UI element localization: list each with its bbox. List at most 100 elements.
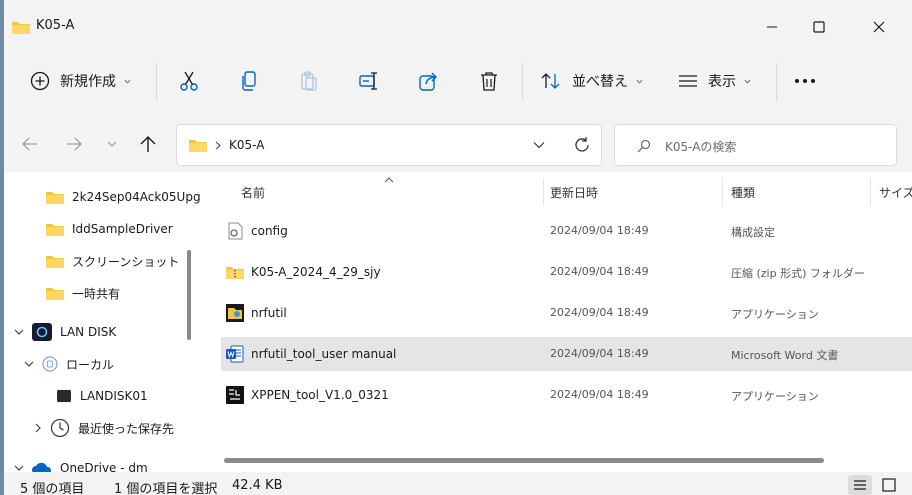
file-name: config <box>251 224 288 238</box>
up-button[interactable] <box>134 130 162 158</box>
selection-size: 42.4 KB <box>232 478 283 493</box>
search-icon <box>637 139 651 153</box>
file-row-selected[interactable]: nrfutil_tool_user manual 2024/09/04 18:4… <box>221 337 912 371</box>
copy-icon <box>242 71 256 91</box>
navigation-pane: 2k24Sep04Ack05Upg IddSampleDriver スクリーンシ… <box>4 172 201 475</box>
file-list: 名前 更新日時 種類 サイズ config 2024/09/04 18:49 構… <box>204 172 912 472</box>
sidebar-item-landisk01[interactable]: LANDISK01 <box>56 383 148 409</box>
arrow-left-icon <box>22 137 37 151</box>
chevron-right-icon <box>215 141 221 150</box>
tiles-view-icon <box>882 478 896 492</box>
sort-button[interactable]: 並べ替え <box>540 65 643 97</box>
chevron-down-icon[interactable] <box>14 464 24 472</box>
sidebar-item-label: IddSampleDriver <box>72 222 173 236</box>
sidebar-scrollbar[interactable] <box>187 250 191 340</box>
file-name: nrfutil <box>251 306 287 320</box>
chevron-down-icon <box>636 79 643 83</box>
column-header-size[interactable]: サイズ <box>879 184 912 201</box>
plus-circle-icon <box>30 71 50 91</box>
search-box[interactable]: K05-Aの検索 <box>614 124 897 166</box>
more-icon <box>795 79 815 83</box>
file-name: K05-A_2024_4_29_sjy <box>251 265 381 279</box>
app-icon <box>226 304 244 322</box>
paste-button[interactable] <box>298 65 320 97</box>
chevron-right-icon[interactable] <box>34 423 42 433</box>
computer-icon <box>57 390 71 402</box>
chevron-down-icon[interactable] <box>533 141 545 149</box>
file-modified: 2024/09/04 18:49 <box>550 265 649 278</box>
close-button[interactable] <box>857 12 901 42</box>
chevron-down-icon <box>124 79 131 83</box>
sidebar-item-local[interactable]: ローカル <box>24 351 114 377</box>
cut-button[interactable] <box>178 65 200 97</box>
zip-folder-icon <box>226 267 244 279</box>
back-button[interactable] <box>16 130 44 158</box>
rename-button[interactable] <box>358 65 380 97</box>
status-bar: 5 個の項目 1 個の項目を選択 42.4 KB <box>4 472 912 495</box>
title-bar: K05-A <box>4 0 912 55</box>
view-list-icon <box>679 75 697 87</box>
column-header-name[interactable]: 名前 <box>241 184 265 201</box>
column-divider[interactable] <box>870 178 871 206</box>
copy-button[interactable] <box>238 65 260 97</box>
file-row[interactable]: nrfutil 2024/09/04 18:49 アプリケーション <box>221 296 912 330</box>
window-title: K05-A <box>36 18 75 33</box>
address-bar[interactable]: K05-A <box>176 124 602 166</box>
trash-icon <box>481 72 497 91</box>
tiles-view-button[interactable] <box>877 475 901 495</box>
rename-icon <box>359 72 377 90</box>
sidebar-item-folder[interactable]: IddSampleDriver <box>46 216 173 242</box>
share-button[interactable] <box>418 65 440 97</box>
refresh-icon[interactable] <box>573 136 591 154</box>
file-explorer-window: K05-A 新規作成 並べ替え 表示 K05-A K05-Aの検索 2k24Se… <box>4 0 912 495</box>
view-button[interactable]: 表示 <box>678 65 751 97</box>
recent-locations-button[interactable] <box>98 130 126 158</box>
view-button-label: 表示 <box>708 74 736 90</box>
selection-count: 1 個の項目を選択 <box>114 482 218 495</box>
chevron-down-icon[interactable] <box>24 360 34 368</box>
chevron-down-icon <box>107 141 117 147</box>
new-button-label: 新規作成 <box>60 74 116 90</box>
file-type: 構成設定 <box>731 226 775 239</box>
chevron-down-icon[interactable] <box>14 328 24 336</box>
file-row[interactable]: config 2024/09/04 18:49 構成設定 <box>221 214 912 248</box>
new-button[interactable]: 新規作成 <box>30 65 131 97</box>
arrow-right-icon <box>67 137 82 151</box>
file-name: nrfutil_tool_user manual <box>251 347 397 361</box>
sort-ascending-icon <box>384 177 394 183</box>
address-path[interactable]: K05-A <box>229 138 264 152</box>
file-type: Microsoft Word 文書 <box>731 349 839 362</box>
sidebar-item-label: 一時共有 <box>72 286 121 301</box>
clock-icon <box>50 418 70 438</box>
item-count: 5 個の項目 <box>20 482 85 495</box>
file-row[interactable]: K05-A_2024_4_29_sjy 2024/09/04 18:49 圧縮 … <box>221 255 912 289</box>
folder-icon <box>46 224 64 236</box>
details-view-icon <box>854 480 866 490</box>
scissors-icon <box>180 71 198 91</box>
sidebar-item-lan-disk[interactable]: LAN DISK <box>14 319 116 345</box>
search-input[interactable]: K05-Aの検索 <box>665 138 736 155</box>
file-type: 圧縮 (zip 形式) フォルダー <box>731 267 865 280</box>
file-row[interactable]: XPPEN_tool_V1.0_0321 2024/09/04 18:49 アプ… <box>221 378 912 412</box>
maximize-button[interactable] <box>797 12 841 42</box>
horizontal-scrollbar[interactable] <box>224 458 824 463</box>
details-view-button[interactable] <box>848 475 872 495</box>
file-modified: 2024/09/04 18:49 <box>550 224 649 237</box>
delete-button[interactable] <box>478 65 500 97</box>
file-name: XPPEN_tool_V1.0_0321 <box>251 388 389 402</box>
more-options-button[interactable] <box>794 65 816 97</box>
column-divider[interactable] <box>543 178 544 206</box>
ribbon-divider <box>522 63 523 101</box>
sidebar-item-label: 2k24Sep04Ack05Upg <box>72 190 201 204</box>
sidebar-item-recent-locations[interactable]: 最近使った保存先 <box>34 415 174 441</box>
column-header-modified[interactable]: 更新日時 <box>550 184 598 201</box>
file-type: アプリケーション <box>731 308 819 321</box>
forward-button[interactable] <box>60 130 88 158</box>
sidebar-item-folder[interactable]: スクリーンショット <box>46 248 179 274</box>
sidebar-item-folder[interactable]: 一時共有 <box>46 280 120 306</box>
column-header-type[interactable]: 種類 <box>731 184 755 201</box>
sidebar-item-folder[interactable]: 2k24Sep04Ack05Upg <box>46 184 201 210</box>
minimize-button[interactable] <box>750 12 794 42</box>
lan-disk-icon <box>32 323 52 341</box>
column-divider[interactable] <box>722 178 723 206</box>
